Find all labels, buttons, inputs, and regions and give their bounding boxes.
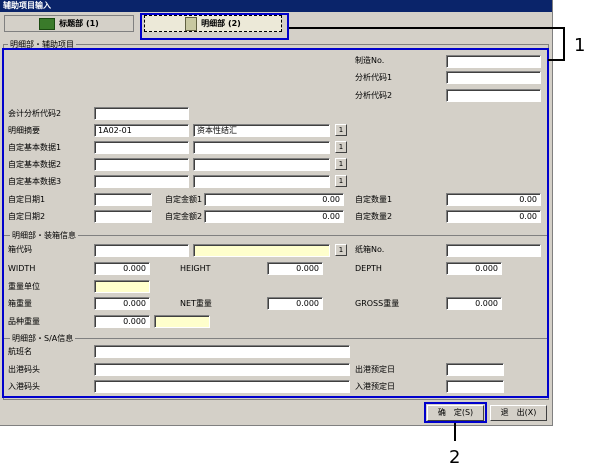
callout-line (548, 59, 565, 61)
exit-button[interactable]: 退 出(X) (490, 405, 547, 421)
tab-header-label: 标题部 (1) (59, 19, 99, 28)
annotation-number-2: 2 (449, 447, 461, 468)
book-icon (39, 17, 56, 30)
window-title: 辅助项目输入 (0, 0, 552, 12)
tab-header[interactable]: 标题部 (1) (4, 15, 134, 32)
callout-detail-highlight (2, 48, 549, 398)
annotation-number-1: 1 (574, 35, 586, 56)
callout-ok-highlight (424, 402, 487, 423)
callout-tab-highlight (140, 13, 289, 40)
callout-line (454, 423, 456, 441)
callout-line (563, 27, 565, 60)
callout-line (289, 27, 564, 29)
